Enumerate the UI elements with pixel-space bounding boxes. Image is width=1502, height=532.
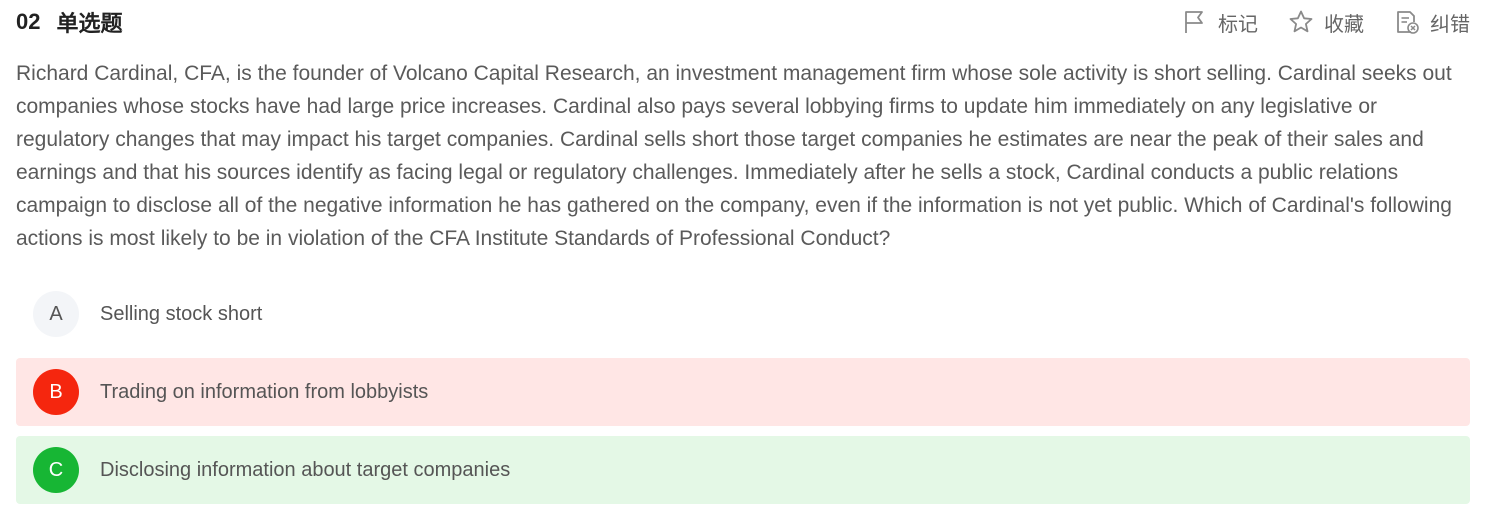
flag-icon [1185, 11, 1203, 33]
option-b[interactable]: B Trading on information from lobbyists [16, 358, 1470, 426]
question-header: 02 单选题 标记 收藏 纠错 [16, 0, 1470, 44]
document-error-icon [1397, 11, 1419, 34]
option-b-text: Trading on information from lobbyists [100, 380, 429, 403]
question-title: 02 单选题 [16, 6, 123, 38]
option-c-letter: C [33, 447, 79, 493]
mark-label: 标记 [1218, 13, 1258, 36]
option-a[interactable]: A Selling stock short [16, 280, 1470, 348]
option-c-text: Disclosing information about target comp… [100, 458, 511, 481]
question-toolbar: 标记 收藏 纠错 [1152, 8, 1470, 37]
report-error-button[interactable]: 纠错 [1394, 8, 1470, 37]
option-b-letter: B [33, 369, 79, 415]
option-c[interactable]: C Disclosing information about target co… [16, 436, 1470, 504]
question-stem: Richard Cardinal, CFA, is the founder of… [16, 62, 1452, 250]
question-type: 单选题 [56, 11, 123, 36]
report-error-label: 纠错 [1430, 13, 1470, 36]
option-a-letter: A [33, 291, 79, 337]
question-number: 02 [16, 9, 41, 34]
mark-button[interactable]: 标记 [1182, 8, 1258, 37]
option-a-text: Selling stock short [100, 302, 263, 325]
answer-options: A Selling stock short B Trading on infor… [16, 280, 1470, 514]
favorite-label: 收藏 [1324, 13, 1364, 36]
question-page: 02 单选题 标记 收藏 纠错 Richard Cardinal, CFA, i… [0, 0, 1502, 532]
star-icon [1289, 10, 1313, 33]
favorite-button[interactable]: 收藏 [1288, 8, 1364, 37]
